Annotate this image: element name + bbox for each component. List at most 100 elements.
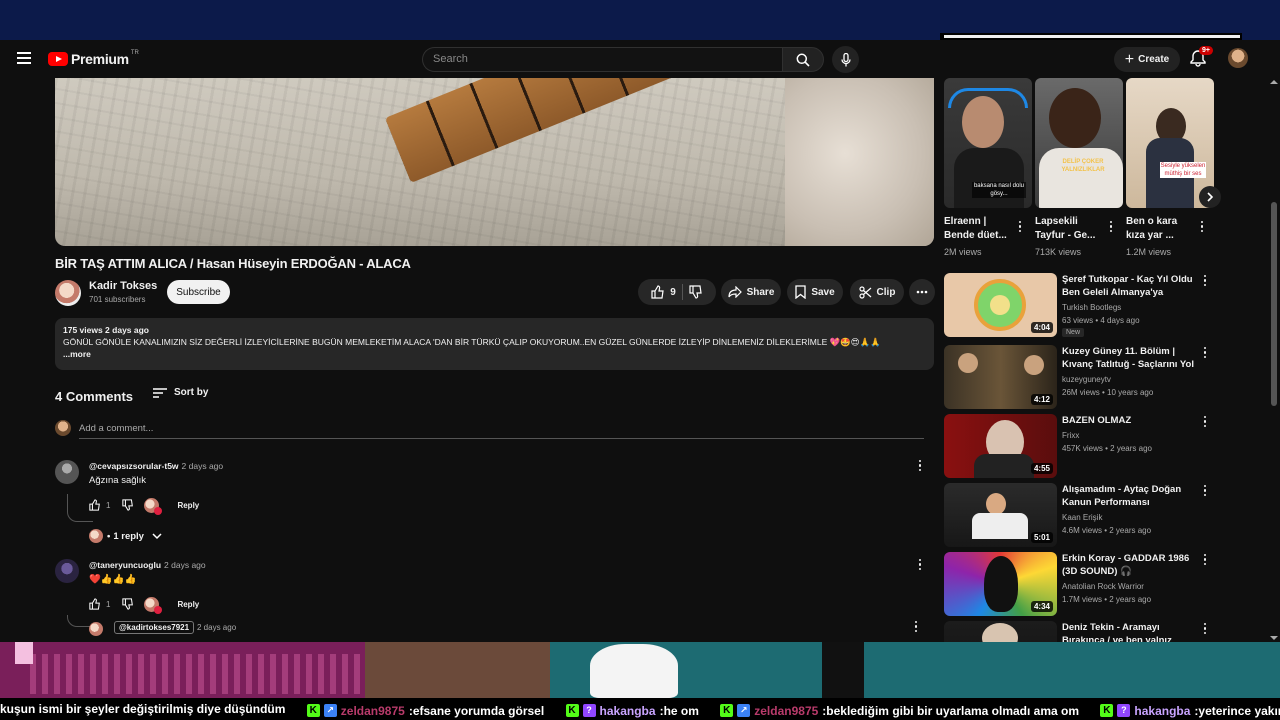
comment-menu-button[interactable]: [915, 559, 925, 573]
dislike-button[interactable]: [689, 285, 703, 299]
short-menu-button[interactable]: [1110, 221, 1113, 232]
replies-toggle[interactable]: • 1 reply: [89, 529, 162, 543]
scrollbar[interactable]: [1268, 78, 1280, 642]
comment-avatar[interactable]: [55, 559, 79, 583]
comments-count: 4 Comments: [55, 389, 134, 404]
menu-icon[interactable]: [17, 52, 31, 64]
short-menu-button[interactable]: [1201, 221, 1204, 232]
search-button[interactable]: [782, 47, 824, 72]
scene-pole: [822, 642, 864, 698]
channel-name[interactable]: Kadir Tokses: [89, 280, 157, 292]
ticker-message: K? hakangba: yeterince yakın: [1100, 700, 1280, 720]
save-label: Save: [811, 286, 835, 298]
reply-author[interactable]: @kadirtokses7921: [114, 621, 195, 634]
recommendation-item[interactable]: 4:34 Erkin Koray - GADDAR 1986 (3D SOUND…: [944, 552, 1214, 616]
scrollbar-thumb[interactable]: [1271, 202, 1277, 406]
short-views: 1.2M views: [1126, 247, 1172, 257]
recommendation-menu-button[interactable]: [1204, 485, 1207, 496]
sort-button[interactable]: Sort by: [153, 387, 208, 398]
shelf-next-button[interactable]: [1199, 186, 1221, 208]
comment-avatar[interactable]: [55, 460, 79, 484]
short-menu-button[interactable]: [1019, 221, 1022, 232]
clip-label: Clip: [876, 286, 896, 298]
recommendation-item[interactable]: Deniz Tekin - Aramayı Bırakınca / ve ben…: [944, 621, 1214, 642]
reply-button[interactable]: Reply: [177, 600, 199, 609]
account-avatar[interactable]: [1228, 48, 1248, 68]
description-more[interactable]: ...more: [63, 348, 926, 360]
thumbs-down-icon[interactable]: [122, 499, 134, 511]
ticker-user: zeldan9875: [340, 703, 405, 718]
short-title: Lapsekili Tayfur - Ge...: [1035, 216, 1096, 241]
recommendation-item[interactable]: 5:01 Alışamadım - Aytaç Doğan Kanun Perf…: [944, 483, 1214, 547]
scroll-up-icon[interactable]: [1270, 80, 1278, 84]
voice-search-button[interactable]: [832, 46, 859, 73]
subscribe-button[interactable]: Subscribe: [167, 280, 230, 304]
recommendation-item[interactable]: 4:04 Şeref Tutkopar - Kaç Yıl Oldu Ben G…: [944, 273, 1214, 337]
search-input[interactable]: Search: [422, 47, 782, 72]
like-button[interactable]: 9: [651, 285, 676, 299]
plus-icon: +: [1124, 50, 1135, 68]
recommendation-title: Alışamadım - Aytaç Doğan Kanun Performan…: [1062, 484, 1182, 508]
logo-country: TR: [130, 50, 139, 56]
thread-line: [67, 494, 93, 522]
recommendation-thumbnail: [944, 621, 1057, 642]
logo-text: Premium: [71, 51, 129, 67]
youtube-logo[interactable]: Premium TR: [48, 50, 139, 67]
create-button[interactable]: + Create: [1114, 47, 1180, 72]
clip-button[interactable]: Clip: [850, 279, 904, 305]
short-card[interactable]: DELİP ÇOKER YALNIZLIKLAR Lapsekili Tayfu…: [1035, 78, 1123, 257]
short-card[interactable]: baksana nasıl dolu gösy... Elraenn | Ben…: [944, 78, 1032, 257]
short-views: 2M views: [944, 247, 982, 257]
video-player[interactable]: [55, 78, 934, 246]
sort-label: Sort by: [174, 387, 209, 398]
ticker-message: kuşun ismi bir şeyler değiştirilmiş diye…: [0, 698, 285, 720]
reply-button[interactable]: Reply: [177, 501, 199, 510]
scene-middle-panel: [365, 642, 550, 698]
thumbs-down-icon[interactable]: [122, 598, 134, 610]
comment-author[interactable]: @cevapsızsorular-t5w: [89, 461, 179, 471]
recommendation-views: 26M views • 10 years ago: [1062, 388, 1154, 397]
description-box[interactable]: 175 views 2 days ago GÖNÜL GÖNÜLE KANALI…: [55, 318, 934, 370]
short-overlay: Sesiyle yükselen müthiş bir ses: [1160, 162, 1206, 178]
short-card[interactable]: Sesiyle yükselen müthiş bir ses Ben o ka…: [1126, 78, 1214, 257]
thumbs-up-icon[interactable]: [89, 598, 101, 610]
scissors-icon: [858, 285, 871, 299]
share-button[interactable]: Share: [721, 279, 781, 305]
reply-avatar[interactable]: [89, 622, 103, 636]
stream-overlay-scene: [0, 642, 1280, 698]
reply-menu-button[interactable]: [915, 621, 918, 632]
recommendation-menu-button[interactable]: [1204, 275, 1207, 286]
add-comment-input[interactable]: Add a comment...: [79, 423, 153, 434]
notification-badge: 9+: [1199, 46, 1213, 55]
more-vertical-icon: [1204, 485, 1207, 496]
add-comment: Add a comment...: [55, 420, 924, 439]
recommendation-menu-button[interactable]: [1204, 623, 1207, 634]
scroll-down-icon[interactable]: [1270, 636, 1278, 640]
more-actions-button[interactable]: [909, 279, 935, 305]
kick-icon: K: [720, 704, 734, 717]
notifications-button[interactable]: 9+: [1190, 46, 1213, 69]
bookmark-icon: [795, 285, 806, 299]
short-title: Ben o kara kıza yar ...: [1126, 216, 1178, 241]
stream-top-band: [0, 0, 1280, 40]
channel-avatar[interactable]: [55, 280, 81, 306]
badge-icon: ↗: [737, 704, 751, 717]
more-vertical-icon: [1019, 221, 1022, 232]
recommendation-item[interactable]: 4:12 Kuzey Güney 11. Bölüm | Kıvanç Tatl…: [944, 345, 1214, 409]
recommendation-thumbnail: 5:01: [944, 483, 1057, 547]
comment-text: ❤️👍👍👍: [89, 574, 137, 585]
creator-heart-badge: [144, 497, 163, 515]
reply-item: @kadirtokses7921 2 days ago: [89, 621, 935, 636]
comment-author[interactable]: @taneryuncuoglu: [89, 560, 161, 570]
recommendation-item[interactable]: 4:55 BAZEN OLMAZ Frixx 457K views • 2 ye…: [944, 414, 1214, 478]
comment-menu-button[interactable]: [915, 460, 925, 474]
save-button[interactable]: Save: [787, 279, 843, 305]
recommendation-menu-button[interactable]: [1204, 347, 1207, 358]
recommendation-menu-button[interactable]: [1204, 554, 1207, 565]
more-horizontal-icon: [916, 290, 928, 294]
more-vertical-icon: [1204, 275, 1207, 286]
video-frame-hand: [785, 78, 934, 246]
kick-icon: K: [306, 704, 320, 717]
description-meta: 175 views 2 days ago: [63, 325, 149, 335]
recommendation-menu-button[interactable]: [1204, 416, 1207, 427]
